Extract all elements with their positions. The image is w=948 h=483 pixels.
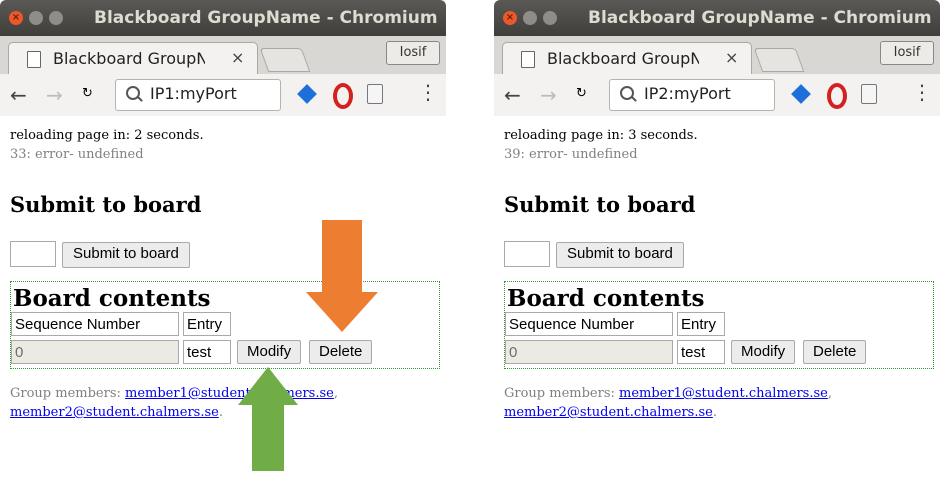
opera-icon[interactable] [827, 83, 847, 109]
error-status: 33: error- undefined [10, 147, 144, 162]
members-prefix: Group members: [10, 386, 126, 401]
members-prefix: Group members: [504, 386, 620, 401]
submit-button[interactable]: Submit to board [62, 242, 190, 268]
tab-close-icon[interactable]: × [725, 48, 738, 67]
new-tab-button[interactable] [753, 48, 805, 72]
profile-button[interactable]: Iosif [880, 41, 934, 65]
maximize-icon[interactable] [49, 11, 63, 25]
profile-button[interactable]: Iosif [386, 41, 440, 65]
members-end: . [712, 405, 717, 420]
opera-icon[interactable] [333, 83, 353, 109]
forward-arrow-icon[interactable]: → [540, 83, 557, 107]
diamond-extension-icon[interactable] [297, 84, 317, 104]
tab-close-icon[interactable]: × [231, 48, 244, 67]
maximize-icon[interactable] [543, 11, 557, 25]
member2-link[interactable]: member2@student.chalmers.se [10, 405, 219, 420]
member2-link[interactable]: member2@student.chalmers.se [504, 405, 713, 420]
back-arrow-icon[interactable]: ← [504, 83, 521, 107]
toolbar: ← → ↻ IP1:myPort ⋮ [0, 74, 446, 117]
group-members: Group members: member1@student.chalmers.… [10, 384, 430, 422]
modify-button[interactable]: Modify [237, 340, 302, 364]
reload-status: reloading page in: 3 seconds. [504, 128, 698, 143]
error-status: 39: error- undefined [504, 147, 638, 162]
members-sep: , [333, 386, 338, 401]
entry-field[interactable]: test [183, 340, 231, 364]
reload-status: reloading page in: 2 seconds. [10, 128, 204, 143]
window-title: Blackboard GroupName - Chromium [588, 8, 932, 28]
reload-icon[interactable]: ↻ [576, 86, 587, 101]
modify-button[interactable]: Modify [731, 340, 796, 364]
document-icon[interactable] [861, 84, 877, 104]
submit-button[interactable]: Submit to board [556, 242, 684, 268]
diamond-extension-icon[interactable] [791, 84, 811, 104]
search-icon [620, 86, 634, 100]
window-title: Blackboard GroupName - Chromium [94, 8, 438, 28]
tab-bar: Blackboard GroupN × Iosif [494, 36, 940, 75]
members-sep: , [827, 386, 832, 401]
tab-blackboard[interactable]: Blackboard GroupN × [8, 42, 258, 75]
page-content: reloading page in: 2 seconds. 33: error-… [0, 116, 446, 483]
group-members: Group members: member1@student.chalmers.… [504, 384, 924, 422]
new-tab-button[interactable] [259, 48, 311, 72]
tab-bar: Blackboard GroupN × Iosif [0, 36, 446, 75]
tab-label: Blackboard GroupN [547, 49, 699, 68]
tab-blackboard[interactable]: Blackboard GroupN × [502, 42, 752, 75]
search-icon [126, 86, 140, 100]
toolbar: ← → ↻ IP2:myPort ⋮ [494, 74, 940, 117]
board-heading: Board contents [507, 285, 705, 312]
address-bar[interactable]: IP2:myPort [609, 79, 775, 111]
reload-icon[interactable]: ↻ [82, 86, 93, 101]
seq-number-field: 0 [11, 340, 179, 364]
forward-arrow-icon[interactable]: → [46, 83, 63, 107]
orange-arrow-down-icon [306, 220, 378, 332]
page-icon [521, 51, 535, 68]
col-seq-header: Sequence Number [505, 312, 673, 336]
browser-window-left: × Blackboard GroupName - Chromium Blackb… [0, 0, 446, 483]
url-text: IP1:myPort [150, 84, 237, 103]
kebab-menu-icon[interactable]: ⋮ [418, 80, 438, 104]
col-seq-header: Sequence Number [11, 312, 179, 336]
tab-label: Blackboard GroupN [53, 49, 205, 68]
member1-link[interactable]: member1@student.chalmers.se [619, 386, 828, 401]
submit-heading: Submit to board [504, 192, 696, 217]
close-icon[interactable]: × [503, 11, 517, 25]
green-arrow-up-icon [238, 367, 298, 471]
page-icon [27, 51, 41, 68]
address-bar[interactable]: IP1:myPort [115, 79, 281, 111]
entry-field[interactable]: test [677, 340, 725, 364]
delete-button[interactable]: Delete [309, 340, 373, 364]
page-content: reloading page in: 3 seconds. 39: error-… [494, 116, 940, 483]
minimize-icon[interactable] [29, 11, 43, 25]
document-icon[interactable] [367, 84, 383, 104]
col-entry-header: Entry [183, 312, 231, 336]
close-icon[interactable]: × [9, 11, 23, 25]
members-end: . [218, 405, 223, 420]
url-text: IP2:myPort [644, 84, 731, 103]
delete-button[interactable]: Delete [803, 340, 867, 364]
col-entry-header: Entry [677, 312, 725, 336]
seq-number-field: 0 [505, 340, 673, 364]
submit-input[interactable] [10, 241, 56, 267]
back-arrow-icon[interactable]: ← [10, 83, 27, 107]
member1-link[interactable]: member1@student.chalmers.se [125, 386, 334, 401]
title-bar: × Blackboard GroupName - Chromium [494, 0, 940, 36]
submit-input[interactable] [504, 241, 550, 267]
board-heading: Board contents [13, 285, 211, 312]
submit-heading: Submit to board [10, 192, 202, 217]
title-bar: × Blackboard GroupName - Chromium [0, 0, 446, 36]
kebab-menu-icon[interactable]: ⋮ [912, 80, 932, 104]
browser-window-right: × Blackboard GroupName - Chromium Blackb… [494, 0, 940, 483]
minimize-icon[interactable] [523, 11, 537, 25]
board-contents: Board contents Sequence Number Entry 0 t… [504, 281, 934, 369]
